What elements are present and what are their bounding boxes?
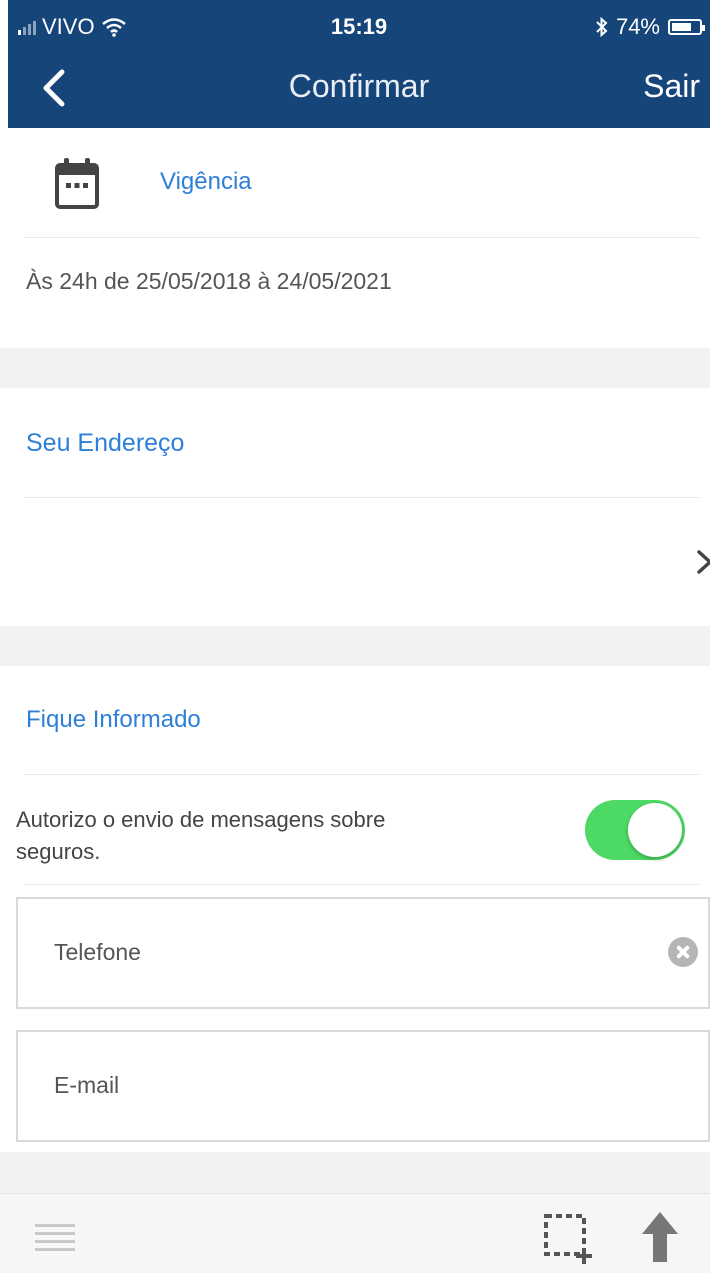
address-row[interactable] xyxy=(0,500,710,625)
consent-toggle[interactable] xyxy=(585,800,685,860)
status-bar: VIVO 15:19 74% xyxy=(8,10,710,44)
screenshot-select-icon[interactable] xyxy=(542,1212,594,1264)
section-gap xyxy=(0,626,710,666)
clear-icon[interactable] xyxy=(668,937,698,967)
page-title: Confirmar xyxy=(288,68,430,104)
email-field[interactable]: E-mail xyxy=(16,1030,710,1142)
toggle-knob xyxy=(628,803,682,857)
header: VIVO 15:19 74% Confirmar Sair xyxy=(8,0,710,128)
divider xyxy=(24,497,700,498)
divider xyxy=(24,774,700,775)
divider xyxy=(24,237,700,238)
bluetooth-icon xyxy=(596,17,608,37)
chevron-right-icon xyxy=(697,550,710,574)
page: VIVO 15:19 74% Confirmar Sair Vigência À… xyxy=(0,0,710,1273)
consent-text: Autorizo o envio de mensagens sobre segu… xyxy=(16,807,386,864)
phone-placeholder: Telefone xyxy=(54,939,141,965)
email-placeholder: E-mail xyxy=(54,1072,120,1098)
divider xyxy=(24,884,700,885)
menu-icon[interactable] xyxy=(35,1222,75,1252)
battery-percent: 74% xyxy=(615,14,660,39)
section-gap xyxy=(0,348,710,388)
calendar-icon xyxy=(55,158,99,209)
exit-button[interactable]: Sair xyxy=(643,68,700,105)
arrow-up-icon[interactable] xyxy=(640,1210,680,1264)
bottom-toolbar xyxy=(0,1193,710,1273)
status-right: 74% xyxy=(596,14,705,40)
notify-title: Fique Informado xyxy=(26,706,201,733)
vigencia-title: Vigência xyxy=(160,168,252,195)
address-title: Seu Endereço xyxy=(26,429,185,457)
section-gap xyxy=(0,1152,710,1193)
battery-icon xyxy=(668,19,705,35)
nav-bar: Confirmar Sair xyxy=(8,60,710,116)
phone-field[interactable]: Telefone xyxy=(16,897,710,1009)
vigencia-text: Às 24h de 25/05/2018 à 24/05/2021 xyxy=(26,268,392,294)
